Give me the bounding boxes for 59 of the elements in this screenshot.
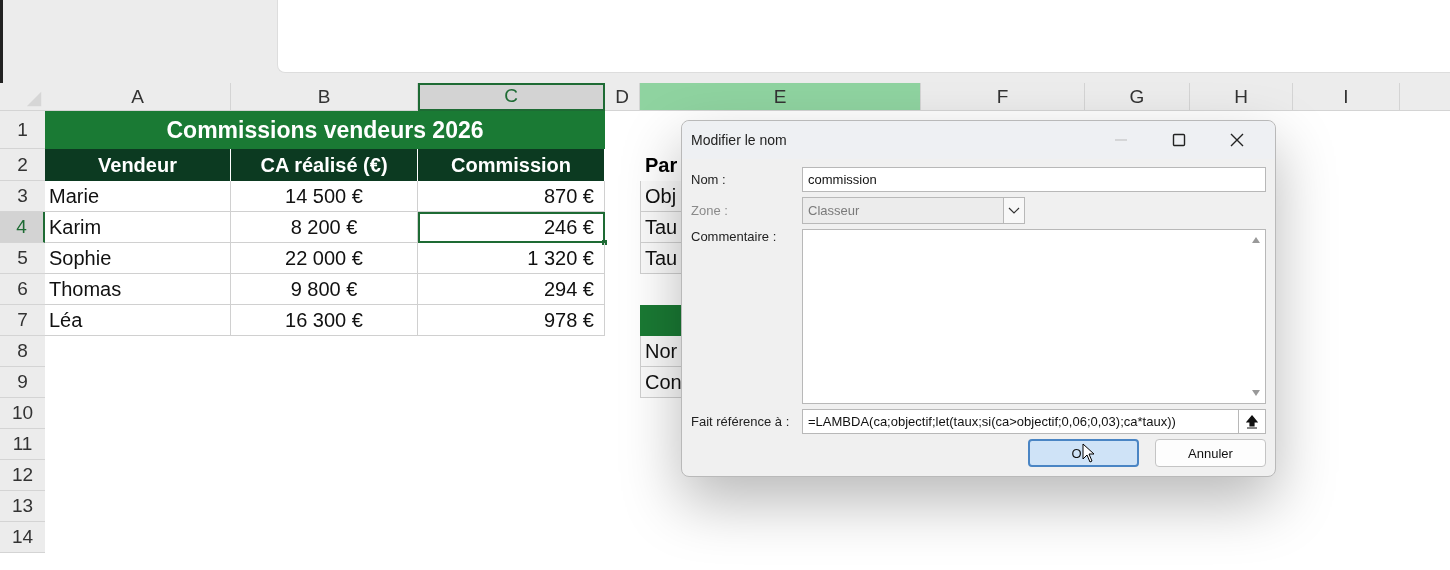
scroll-down-icon[interactable] — [1251, 389, 1261, 397]
column-header[interactable]: D — [605, 83, 640, 111]
row-header[interactable]: 13 — [0, 491, 45, 522]
table-cell: Sophie — [45, 243, 231, 274]
row-header[interactable]: 7 — [0, 305, 45, 336]
section-heading: Par — [645, 153, 678, 177]
row-header[interactable]: 3 — [0, 181, 45, 212]
row-header[interactable]: 6 — [0, 274, 45, 305]
chevron-down-icon — [1008, 206, 1020, 215]
row-header[interactable]: 8 — [0, 336, 45, 367]
table-cell: 9 800 € — [231, 274, 418, 305]
dialog-title: Modifier le nom — [691, 132, 787, 148]
row-header[interactable]: 4 — [0, 212, 45, 243]
column-header[interactable]: I — [1293, 83, 1400, 111]
column-heading: Commission — [418, 149, 605, 181]
collapse-button[interactable] — [1239, 409, 1266, 434]
table-cell: Léa — [45, 305, 231, 336]
column-header[interactable]: E — [640, 83, 921, 111]
row-header[interactable]: 11 — [0, 429, 45, 460]
maximize-icon — [1172, 133, 1186, 147]
table-cell: Marie — [45, 181, 231, 212]
row-header[interactable]: 1 — [0, 111, 45, 149]
column-header[interactable]: A — [45, 83, 231, 111]
close-icon — [1230, 133, 1244, 147]
table-cell: 294 € — [418, 274, 605, 305]
column-header[interactable]: H — [1190, 83, 1293, 111]
column-header[interactable]: B — [231, 83, 418, 111]
reference-field[interactable]: =LAMBDA(ca;objectif;let(taux;si(ca>objectif;0,06;0,03);ca*taux)) — [802, 409, 1239, 434]
table-cell: Thomas — [45, 274, 231, 305]
table-cell: 870 € — [418, 181, 605, 212]
table-cell: Karim — [45, 212, 231, 243]
column-header[interactable]: F — [921, 83, 1085, 111]
column-header[interactable]: G — [1085, 83, 1190, 111]
dialog-button[interactable]: Annuler — [1155, 439, 1266, 467]
column-header[interactable]: C — [418, 83, 605, 111]
row-header[interactable]: 14 — [0, 522, 45, 553]
table-cell: 8 200 € — [231, 212, 418, 243]
table-cell: 22 000 € — [231, 243, 418, 274]
row-header[interactable]: 5 — [0, 243, 45, 274]
column-heading: Vendeur — [45, 149, 231, 181]
table-cell: 16 300 € — [231, 305, 418, 336]
name-field[interactable]: commission — [802, 167, 1266, 192]
row-header[interactable]: 12 — [0, 460, 45, 491]
scroll-up-icon[interactable] — [1251, 236, 1261, 244]
row-header[interactable]: 2 — [0, 149, 45, 181]
dialog-button[interactable]: O — [1028, 439, 1139, 467]
field-label: Fait référence à : — [691, 414, 791, 429]
row-header[interactable]: 10 — [0, 398, 45, 429]
active-cell: 246 € — [418, 212, 605, 243]
mouse-pointer-icon — [1081, 443, 1096, 463]
column-heading: CA réalisé (€) — [231, 149, 418, 181]
comment-field[interactable] — [802, 229, 1266, 404]
table-cell: 1 320 € — [418, 243, 605, 274]
field-label: Commentaire : — [691, 229, 778, 244]
table-title: Commissions vendeurs 2026 — [45, 111, 605, 149]
row-header[interactable]: 9 — [0, 367, 45, 398]
table-cell: 978 € — [418, 305, 605, 336]
table-cell: 14 500 € — [231, 181, 418, 212]
upload-arrow-icon — [1246, 414, 1258, 429]
